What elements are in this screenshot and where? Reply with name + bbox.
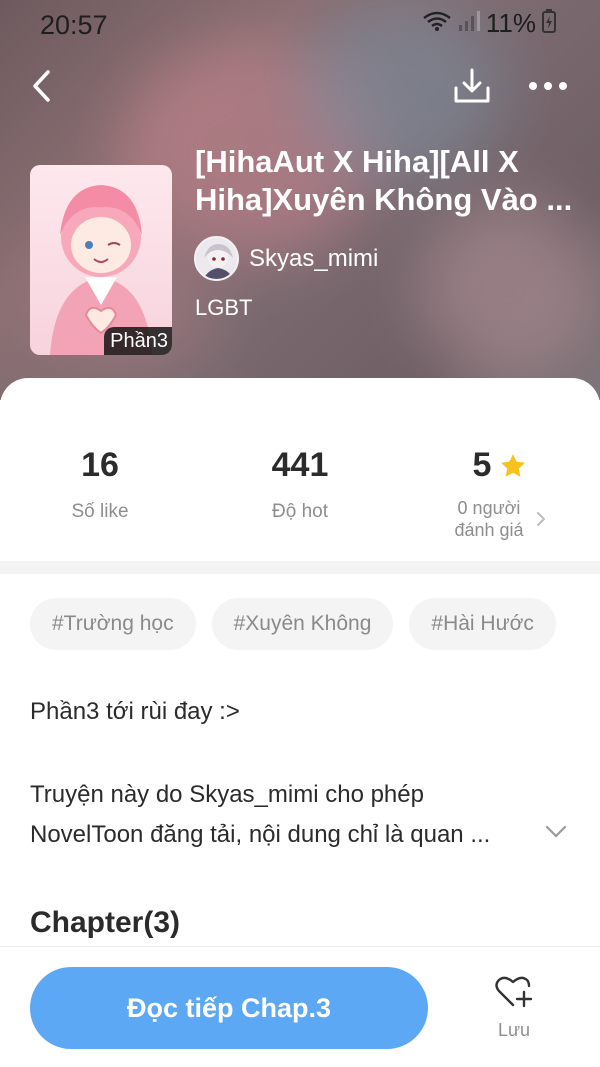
rating-value: 5: [472, 446, 492, 484]
section-divider: [0, 561, 600, 574]
intro-text: Phần3 tới rùi đay :>: [30, 698, 240, 725]
continue-reading-button[interactable]: Đọc tiếp Chap.3: [30, 967, 428, 1049]
stat-hot: 441 Độ hot: [200, 446, 400, 523]
chevron-left-icon: [33, 70, 50, 102]
save-button[interactable]: Lưu: [478, 975, 550, 1041]
author-link[interactable]: Skyas_mimi: [194, 236, 378, 281]
chevron-right-icon: [536, 512, 545, 526]
star-icon: [501, 453, 526, 477]
description-line: Truyện này do Skyas_mimi cho phép: [30, 781, 424, 808]
more-icon: [529, 82, 567, 90]
status-bar: 20:57 11%: [0, 0, 600, 50]
likes-label: Số like: [71, 501, 129, 522]
hot-value: 441: [271, 446, 329, 484]
cover-badge: Phần3: [104, 327, 172, 355]
genre-label[interactable]: LGBT: [195, 295, 252, 321]
back-button[interactable]: [18, 62, 66, 110]
stat-likes: 16 Số like: [0, 446, 200, 523]
download-button[interactable]: [448, 62, 496, 110]
tag-list: #Trường học #Xuyên Không #Hài Hước: [30, 598, 556, 650]
wifi-icon: [422, 10, 452, 37]
tag-chip[interactable]: #Hài Hước: [409, 598, 556, 650]
book-title: [HihaAut X Hiha][All X Hiha]Xuyên Không …: [195, 144, 573, 217]
battery-icon: [542, 9, 556, 38]
author-name: Skyas_mimi: [249, 244, 379, 272]
bottom-action-bar: Đọc tiếp Chap.3 Lưu: [0, 946, 600, 1067]
chevron-down-icon[interactable]: [545, 825, 567, 844]
rating-count-label: 0 người: [457, 498, 521, 518]
battery-percent: 11%: [485, 8, 536, 38]
more-options-button[interactable]: [524, 62, 572, 110]
hot-label: Độ hot: [272, 501, 328, 522]
book-cover[interactable]: Phần3: [30, 165, 172, 355]
heart-plus-icon: [495, 976, 533, 1008]
tag-chip[interactable]: #Trường học: [30, 598, 196, 650]
signal-icon: [458, 10, 480, 37]
tag-chip[interactable]: #Xuyên Không: [211, 598, 394, 650]
download-icon: [454, 68, 490, 103]
rating-count-label-2: đánh giá: [454, 520, 524, 540]
save-label: Lưu: [497, 1020, 531, 1040]
status-time: 20:57: [40, 10, 108, 40]
description[interactable]: Truyện này do Skyas_mimi cho phép NovelT…: [30, 775, 550, 855]
author-avatar: [194, 236, 239, 281]
chapters-heading: Chapter(3): [30, 906, 181, 939]
likes-value: 16: [81, 446, 119, 484]
stat-rating[interactable]: 5 0 người đánh giá: [400, 446, 600, 541]
stats-row: 16 Số like 441 Độ hot 5 0 người đánh giá: [0, 378, 600, 561]
description-line: NovelToon đăng tải, nội dung chỉ là quan…: [30, 821, 491, 848]
